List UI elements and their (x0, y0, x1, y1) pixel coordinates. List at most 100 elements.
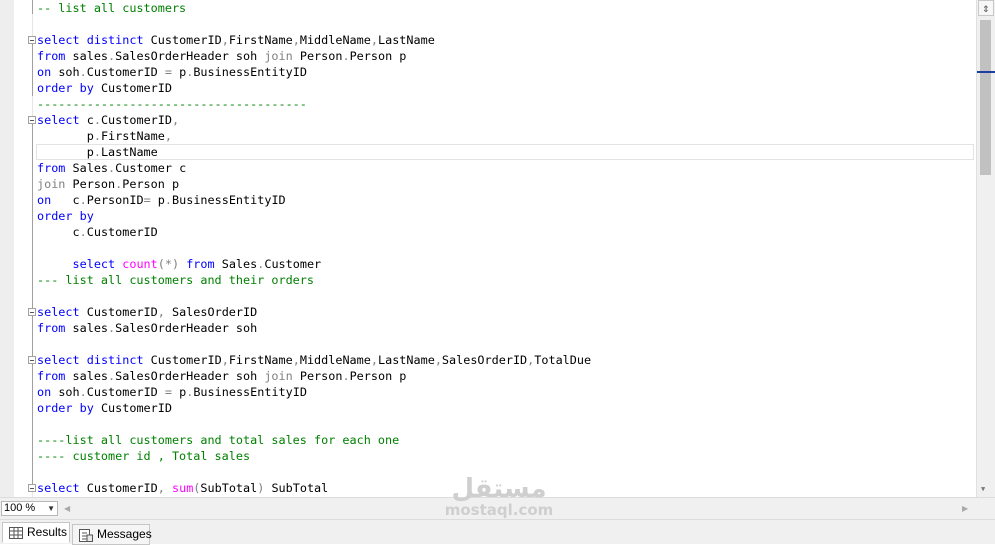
scroll-right-arrow-icon[interactable]: ▶ (962, 504, 968, 513)
scroll-left-arrow-icon[interactable]: ◀ (64, 504, 70, 513)
code-line[interactable]: ---- customer id , Total sales (37, 448, 591, 464)
code-line[interactable]: from sales.SalesOrderHeader soh (37, 320, 591, 336)
code-token: count (122, 257, 158, 271)
code-line[interactable]: c.CustomerID (37, 224, 591, 240)
code-token: SubTotal (200, 481, 258, 495)
code-token: SubTotal (264, 481, 329, 495)
code-token: Person p (349, 369, 407, 383)
split-view-icon[interactable]: ⇕ (978, 0, 994, 16)
code-token: MiddleName (299, 353, 371, 367)
code-token: select (37, 113, 80, 127)
code-line[interactable]: order by CustomerID (37, 400, 591, 416)
code-token: . (93, 145, 101, 159)
code-token: CustomerID (86, 385, 165, 399)
code-token: by (79, 209, 94, 223)
tab-messages[interactable]: Messages (72, 524, 152, 545)
code-line[interactable]: --- list all customers and their orders (37, 272, 591, 288)
code-line[interactable] (37, 288, 591, 304)
code-token: PersonID (86, 193, 144, 207)
code-token: sum (171, 481, 194, 495)
code-line[interactable]: select CustomerID, SalesOrderID (37, 304, 591, 320)
code-token: Person (65, 177, 116, 191)
code-token: FirstName (100, 129, 165, 143)
code-token: soh (51, 65, 80, 79)
code-token: SalesOrderHeader soh (115, 369, 265, 383)
vertical-scroll-thumb[interactable] (980, 20, 991, 175)
code-token: SalesOrderID (441, 353, 528, 367)
collapse-toggle-icon[interactable] (28, 36, 36, 44)
results-tab-bar: Results Messages (0, 519, 995, 545)
code-line[interactable]: -------------------------------------- (37, 96, 591, 112)
code-token: select (37, 481, 80, 495)
code-token: , (292, 353, 300, 367)
scroll-position-marker (977, 71, 995, 73)
collapse-toggle-icon[interactable] (28, 308, 36, 316)
code-token: . (79, 193, 87, 207)
code-line[interactable]: from sales. SalesOrderHeader soh join Per… (37, 368, 591, 384)
collapse-toggle-icon[interactable] (28, 484, 36, 492)
code-line[interactable]: select distinct CustomerID,FirstName,Mid… (37, 352, 591, 368)
code-token: -- list all customers (37, 1, 187, 15)
code-token: p (172, 385, 187, 399)
scroll-down-arrow-icon[interactable]: ▼ (981, 485, 985, 493)
code-token: Customer (264, 257, 322, 271)
code-line[interactable]: select distinct CustomerID,FirstName,Mid… (37, 32, 591, 48)
code-token: select (37, 353, 80, 367)
code-line[interactable]: join Person.Person p (37, 176, 591, 192)
collapse-toggle-icon[interactable] (28, 116, 36, 124)
code-line[interactable]: p.FirstName, (37, 128, 591, 144)
tab-results[interactable]: Results (2, 522, 70, 543)
code-token: c (37, 225, 80, 239)
code-text[interactable]: -- list all customers select distinct Cus… (37, 0, 591, 496)
code-line[interactable] (37, 240, 591, 256)
code-token: on (37, 193, 52, 207)
code-token: LastName (100, 145, 158, 159)
collapse-toggle-icon[interactable] (28, 356, 36, 364)
code-token: SalesOrderHeader soh (115, 321, 258, 335)
code-token: . (342, 49, 350, 63)
code-line[interactable]: select c.CustomerID, (37, 112, 591, 128)
code-token: , (164, 129, 172, 143)
code-line[interactable]: from Sales.Customer c (37, 160, 591, 176)
code-line[interactable]: from sales. SalesOrderHeader soh join Per… (37, 48, 591, 64)
zoom-select[interactable]: 100 % ▼ (1, 501, 58, 516)
chevron-down-icon[interactable]: ▼ (47, 502, 55, 515)
outline-bar (32, 124, 33, 488)
code-token: BusinessEntityID (193, 385, 307, 399)
code-line[interactable]: on soh.CustomerID = p.BusinessEntityID (37, 384, 591, 400)
code-token: MiddleName (299, 33, 371, 47)
code-token: from (37, 369, 66, 383)
code-line[interactable] (37, 336, 591, 352)
query-editor[interactable]: -- list all customers select distinct Cus… (0, 0, 976, 497)
code-token: p (37, 145, 94, 159)
code-token: from (37, 321, 66, 335)
code-line[interactable]: p.LastName (37, 144, 591, 160)
code-line[interactable] (37, 16, 591, 32)
code-token: ----list all customers and total sales f… (37, 433, 400, 447)
code-line[interactable]: order by CustomerID (37, 80, 591, 96)
code-token: p (172, 65, 187, 79)
code-line[interactable]: on c.PersonID= p.BusinessEntityID (37, 192, 591, 208)
code-line[interactable] (37, 416, 591, 432)
code-line[interactable]: order by (37, 208, 591, 224)
code-token: . (342, 369, 350, 383)
code-token: CustomerID (86, 65, 165, 79)
code-token: on (37, 385, 52, 399)
code-token: Sales (214, 257, 258, 271)
code-line[interactable]: ----list all customers and total sales f… (37, 432, 591, 448)
vertical-scrollbar[interactable]: ⇕ ▼ (976, 0, 995, 497)
code-line[interactable]: on soh.CustomerID = p.BusinessEntityID (37, 64, 591, 80)
code-token: SalesOrderID (164, 305, 258, 319)
code-token: distinct (86, 33, 144, 47)
code-token: CustomerID (143, 353, 222, 367)
code-token: p (150, 193, 165, 207)
code-token: BusinessEntityID (193, 65, 307, 79)
code-token: -------------------------------------- (37, 97, 307, 111)
outline-bar (32, 44, 33, 96)
code-line[interactable]: -- list all customers (37, 0, 591, 16)
code-line[interactable]: select count(*) from Sales.Customer (37, 256, 591, 272)
